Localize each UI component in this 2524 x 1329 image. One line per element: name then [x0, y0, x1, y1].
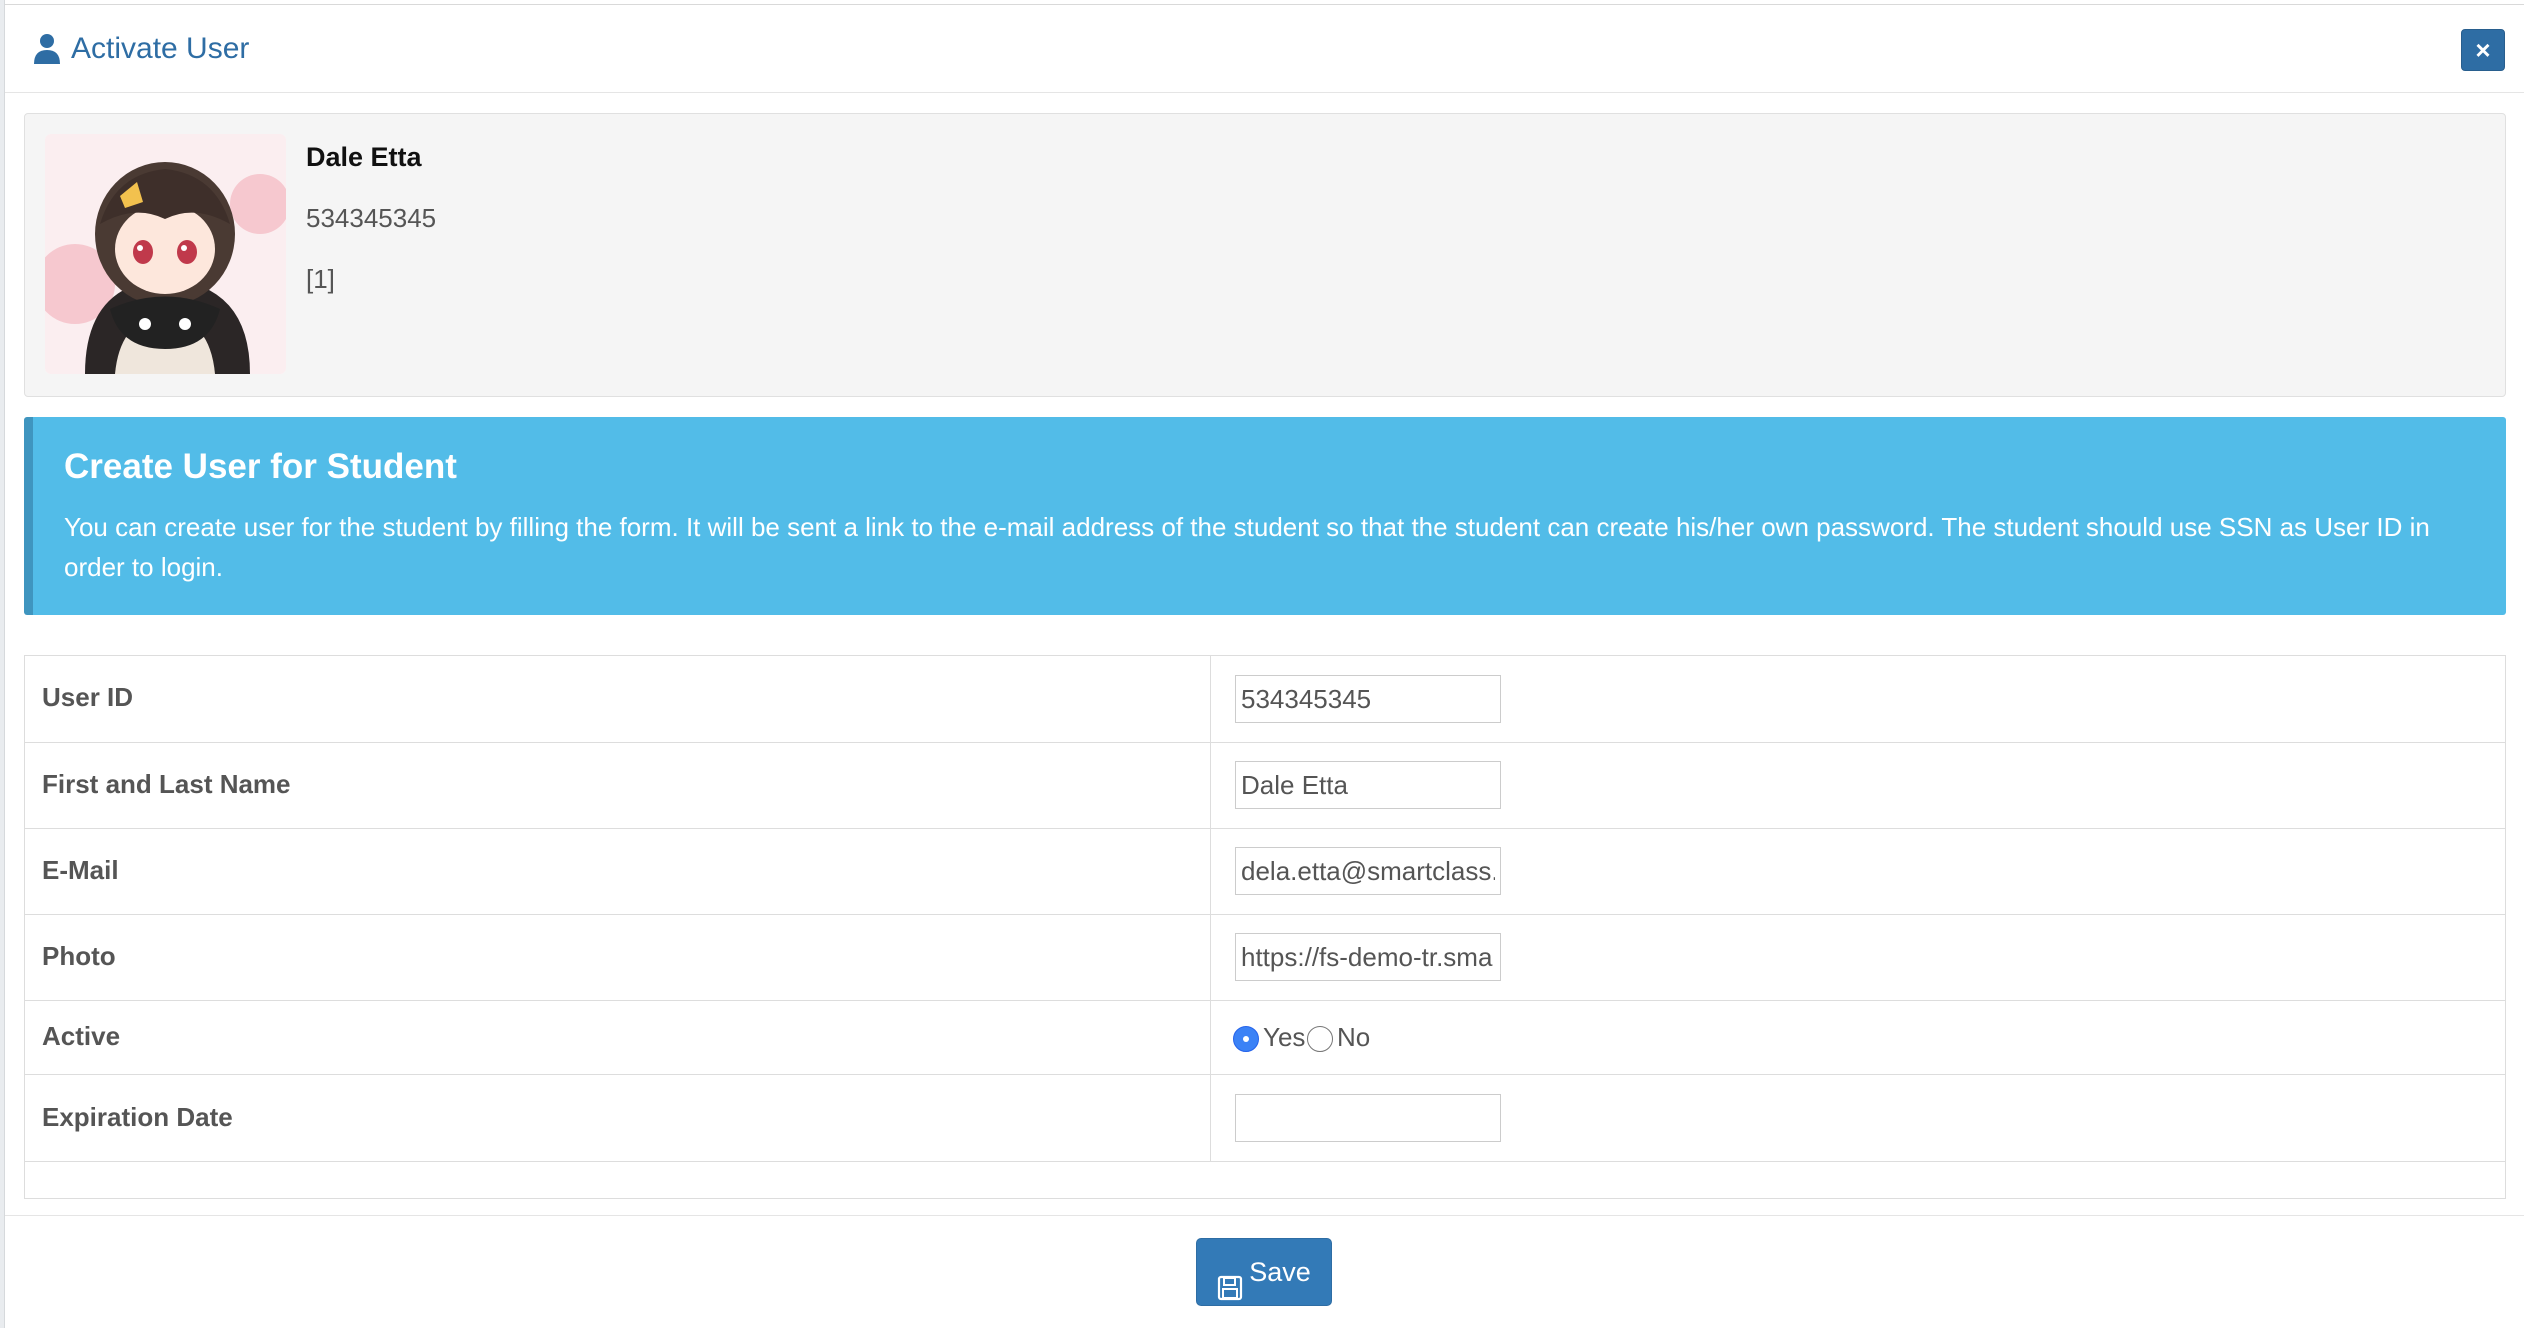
student-name: Dale Etta	[306, 142, 422, 172]
label-cell: Expiration Date	[25, 1075, 1211, 1161]
modal-header: Activate User ×	[5, 5, 2524, 93]
user-icon	[33, 33, 61, 65]
label-cell: Photo	[25, 915, 1211, 1000]
active-yes-radio[interactable]	[1233, 1026, 1259, 1052]
email-input[interactable]	[1235, 847, 1501, 895]
user-id-label: User ID	[42, 682, 134, 712]
table-row: First and Last Name	[25, 743, 2505, 829]
name-input[interactable]	[1235, 761, 1501, 809]
modal-footer: Save	[5, 1215, 2524, 1329]
active-label: Active	[42, 1021, 121, 1051]
label-cell: User ID	[25, 656, 1211, 742]
student-tag: [1]	[306, 264, 335, 294]
expiration-date-input[interactable]	[1235, 1094, 1501, 1142]
modal-title: Activate User	[71, 32, 250, 65]
callout-text: You can create user for the student by f…	[64, 512, 2430, 582]
floppy-disk-icon	[1217, 1259, 1243, 1300]
name-label: First and Last Name	[42, 769, 291, 799]
active-no-label[interactable]: No	[1337, 1022, 1370, 1053]
table-footer-row	[25, 1162, 2505, 1198]
expiration-label: Expiration Date	[42, 1102, 233, 1132]
table-row: E-Mail	[25, 829, 2505, 915]
save-label: Save	[1249, 1257, 1311, 1287]
active-no-radio[interactable]	[1307, 1026, 1333, 1052]
email-label: E-Mail	[42, 855, 119, 885]
label-cell: Active	[25, 1001, 1211, 1074]
student-ssn: 534345345	[306, 203, 437, 233]
table-row: Photo	[25, 915, 2505, 1001]
table-row: Expiration Date	[25, 1075, 2505, 1162]
info-callout: Create User for Student You can create u…	[24, 417, 2506, 615]
save-button[interactable]: Save	[1196, 1238, 1332, 1306]
table-row: User ID	[25, 656, 2505, 743]
table-row: Active Yes No	[25, 1001, 2505, 1075]
activate-user-modal: Activate User × Dale Etta 534345345 [1] …	[5, 4, 2524, 1328]
close-icon: ×	[2475, 35, 2491, 65]
active-yes-label[interactable]: Yes	[1263, 1022, 1305, 1053]
close-button[interactable]: ×	[2461, 29, 2505, 71]
label-cell: E-Mail	[25, 829, 1211, 914]
user-id-input[interactable]	[1235, 675, 1501, 723]
photo-input[interactable]	[1235, 933, 1501, 981]
user-form-table: User ID First and Last Name E-Mail Photo…	[24, 655, 2506, 1199]
student-avatar	[45, 134, 286, 374]
photo-label: Photo	[42, 941, 116, 971]
label-cell: First and Last Name	[25, 743, 1211, 828]
callout-title: Create User for Student	[64, 447, 457, 486]
student-profile-card: Dale Etta 534345345 [1]	[24, 113, 2506, 397]
